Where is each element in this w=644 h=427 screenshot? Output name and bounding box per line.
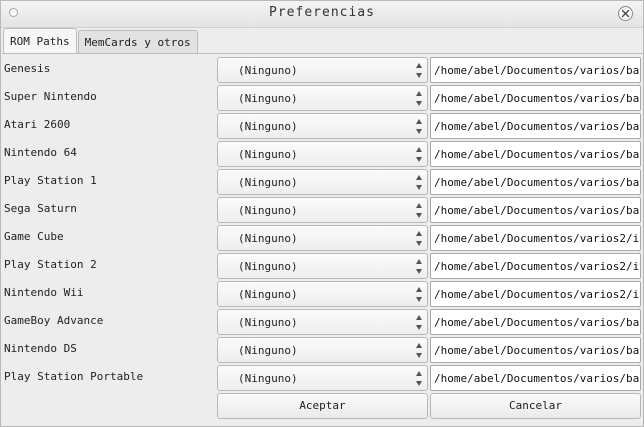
emulator-select[interactable]: (Ninguno) (217, 281, 428, 307)
emulator-select[interactable]: (Ninguno) (217, 169, 428, 195)
rom-path-input[interactable]: /home/abel/Documentos/varios2/iso/ (430, 253, 641, 279)
console-label: Nintendo Wii (4, 286, 84, 299)
rom-path-input[interactable]: /home/abel/Documentos/varios/bajad (430, 57, 641, 83)
emulator-select-value: (Ninguno) (238, 92, 298, 105)
updown-arrows-icon (416, 231, 422, 246)
console-label: Nintendo 64 (4, 146, 77, 159)
rom-path-input[interactable]: /home/abel/Documentos/varios/bajad (430, 337, 641, 363)
tab-panel-rom-paths: Genesis (Ninguno) /home/abel/Documentos/va… (2, 53, 643, 425)
console-row: Play Station 2 (Ninguno) /home/abel/Docume… (2, 253, 643, 281)
updown-arrows-icon (416, 259, 422, 274)
rom-path-value: /home/abel/Documentos/varios2/iso/ (434, 288, 641, 301)
updown-arrows-icon (416, 287, 422, 302)
updown-arrows-icon (416, 119, 422, 134)
tab-bar: ROM Paths MemCards y otros (3, 28, 199, 54)
emulator-select-value: (Ninguno) (238, 120, 298, 133)
rom-path-input[interactable]: /home/abel/Documentos/varios/bajad (430, 85, 641, 111)
rom-path-input[interactable]: /home/abel/Documentos/varios/bajad (430, 309, 641, 335)
rom-path-input[interactable]: /home/abel/Documentos/varios2/iso/ (430, 225, 641, 251)
console-row: Nintendo DS (Ninguno) /home/abel/Documento… (2, 337, 643, 365)
updown-arrows-icon (416, 91, 422, 106)
rom-path-value: /home/abel/Documentos/varios/bajad (434, 372, 641, 385)
emulator-select-value: (Ninguno) (238, 372, 298, 385)
emulator-select[interactable]: (Ninguno) (217, 365, 428, 391)
emulator-select[interactable]: (Ninguno) (217, 337, 428, 363)
console-row: GameBoy Advance (Ninguno) /home/abel/Docum… (2, 309, 643, 337)
console-label: GameBoy Advance (4, 314, 104, 327)
close-icon (621, 9, 630, 18)
title-bar[interactable]: Preferencias (1, 1, 643, 28)
emulator-select[interactable]: (Ninguno) (217, 85, 428, 111)
rom-path-value: /home/abel/Documentos/varios/bajad (434, 92, 641, 105)
emulator-select-value: (Ninguno) (238, 176, 298, 189)
console-rows: Genesis (Ninguno) /home/abel/Documentos/va… (2, 57, 643, 421)
console-label: Nintendo DS (4, 342, 77, 355)
updown-arrows-icon (416, 203, 422, 218)
accept-button[interactable]: Aceptar (217, 393, 428, 419)
console-label: Genesis (4, 62, 51, 75)
updown-arrows-icon (416, 175, 422, 190)
rom-path-value: /home/abel/Documentos/varios2/iso/ (434, 232, 641, 245)
window-title: Preferencias (269, 5, 375, 20)
rom-path-value: /home/abel/Documentos/varios/bajad (434, 316, 641, 329)
updown-arrows-icon (416, 147, 422, 162)
console-label: Atari 2600 (4, 118, 71, 131)
emulator-select-value: (Ninguno) (238, 204, 298, 217)
console-row: Nintendo Wii (Ninguno) /home/abel/Document… (2, 281, 643, 309)
tab-rom-paths[interactable]: ROM Paths (3, 28, 77, 54)
emulator-select[interactable]: (Ninguno) (217, 141, 428, 167)
console-row: Atari 2600 (Ninguno) /home/abel/Documentos… (2, 113, 643, 141)
rom-path-value: /home/abel/Documentos/varios/bajad (434, 64, 641, 77)
rom-path-input[interactable]: /home/abel/Documentos/varios/bajad (430, 113, 641, 139)
emulator-select-value: (Ninguno) (238, 260, 298, 273)
updown-arrows-icon (416, 343, 422, 358)
updown-arrows-icon (416, 63, 422, 78)
rom-path-input[interactable]: /home/abel/Documentos/varios2/iso/ (430, 281, 641, 307)
tab-memcards[interactable]: MemCards y otros (77, 30, 198, 54)
emulator-select[interactable]: (Ninguno) (217, 57, 428, 83)
emulator-select[interactable]: (Ninguno) (217, 113, 428, 139)
emulator-select-value: (Ninguno) (238, 232, 298, 245)
close-button[interactable] (618, 6, 633, 21)
dialog-buttons-row: Aceptar Cancelar (2, 393, 643, 421)
console-row: Super Nintendo (Ninguno) /home/abel/Docume… (2, 85, 643, 113)
rom-path-value: /home/abel/Documentos/varios/bajad (434, 204, 641, 217)
console-label: Play Station 2 (4, 258, 97, 271)
emulator-select-value: (Ninguno) (238, 288, 298, 301)
console-row: Game Cube (Ninguno) /home/abel/Documentos/… (2, 225, 643, 253)
rom-path-value: /home/abel/Documentos/varios/bajad (434, 120, 641, 133)
console-row: Nintendo 64 (Ninguno) /home/abel/Documento… (2, 141, 643, 169)
console-row: Sega Saturn (Ninguno) /home/abel/Documento… (2, 197, 643, 225)
console-row: Play Station Portable (Ninguno) /home/abel… (2, 365, 643, 393)
rom-path-value: /home/abel/Documentos/varios/bajad (434, 148, 641, 161)
rom-path-input[interactable]: /home/abel/Documentos/varios/bajad (430, 169, 641, 195)
preferences-window: Preferencias ROM Paths MemCards y otros … (0, 0, 644, 427)
emulator-select-value: (Ninguno) (238, 64, 298, 77)
console-label: Sega Saturn (4, 202, 77, 215)
console-label: Play Station Portable (4, 370, 144, 383)
emulator-select[interactable]: (Ninguno) (217, 309, 428, 335)
console-row: Genesis (Ninguno) /home/abel/Documentos/va… (2, 57, 643, 85)
updown-arrows-icon (416, 371, 422, 386)
rom-path-value: /home/abel/Documentos/varios2/iso/ (434, 260, 641, 273)
console-row: Play Station 1 (Ninguno) /home/abel/Docume… (2, 169, 643, 197)
emulator-select-value: (Ninguno) (238, 344, 298, 357)
rom-path-value: /home/abel/Documentos/varios/bajad (434, 344, 641, 357)
console-label: Play Station 1 (4, 174, 97, 187)
rom-path-input[interactable]: /home/abel/Documentos/varios/bajad (430, 141, 641, 167)
emulator-select[interactable]: (Ninguno) (217, 225, 428, 251)
rom-path-value: /home/abel/Documentos/varios/bajad (434, 176, 641, 189)
rom-path-input[interactable]: /home/abel/Documentos/varios/bajad (430, 365, 641, 391)
rom-path-input[interactable]: /home/abel/Documentos/varios/bajad (430, 197, 641, 223)
console-label: Game Cube (4, 230, 64, 243)
emulator-select[interactable]: (Ninguno) (217, 253, 428, 279)
emulator-select[interactable]: (Ninguno) (217, 197, 428, 223)
emulator-select-value: (Ninguno) (238, 148, 298, 161)
updown-arrows-icon (416, 315, 422, 330)
emulator-select-value: (Ninguno) (238, 316, 298, 329)
cancel-button[interactable]: Cancelar (430, 393, 641, 419)
console-label: Super Nintendo (4, 90, 97, 103)
